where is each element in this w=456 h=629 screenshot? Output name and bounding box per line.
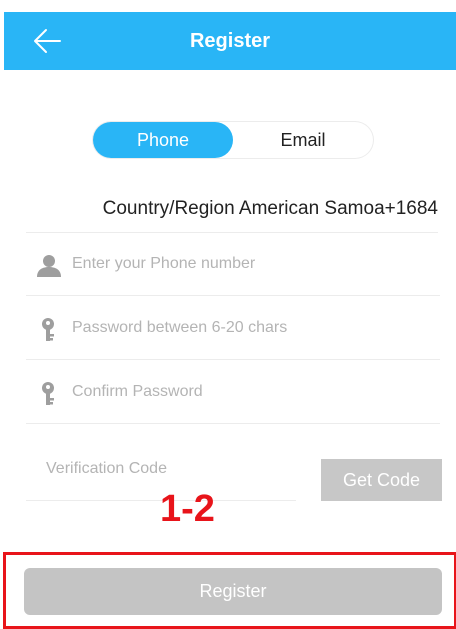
password-input[interactable] <box>72 313 422 343</box>
app-header: Register <box>4 12 456 70</box>
country-region-selector[interactable]: Country/Region American Samoa+1684 <box>26 186 438 233</box>
country-label: Country/Region <box>102 198 235 219</box>
tab-email[interactable]: Email <box>233 122 373 158</box>
user-icon <box>37 255 61 277</box>
page-title: Register <box>189 30 271 52</box>
register-method-toggle: Phone Email <box>93 122 373 158</box>
key-icon <box>42 382 54 405</box>
password-field <box>26 297 440 360</box>
verification-code-input[interactable] <box>46 454 286 484</box>
confirm-password-field <box>26 361 440 424</box>
get-code-button[interactable]: Get Code <box>321 459 442 501</box>
country-value: American Samoa+1684 <box>238 198 438 219</box>
register-button[interactable]: Register <box>24 568 442 615</box>
tab-phone[interactable]: Phone <box>93 122 233 158</box>
country-region-text: Country/Region American Samoa+1684 <box>103 198 438 220</box>
confirm-password-input[interactable] <box>72 377 422 407</box>
phone-field <box>26 233 440 296</box>
step-annotation: 1-2 <box>160 488 215 530</box>
key-icon <box>42 318 54 341</box>
phone-input[interactable] <box>72 249 422 279</box>
